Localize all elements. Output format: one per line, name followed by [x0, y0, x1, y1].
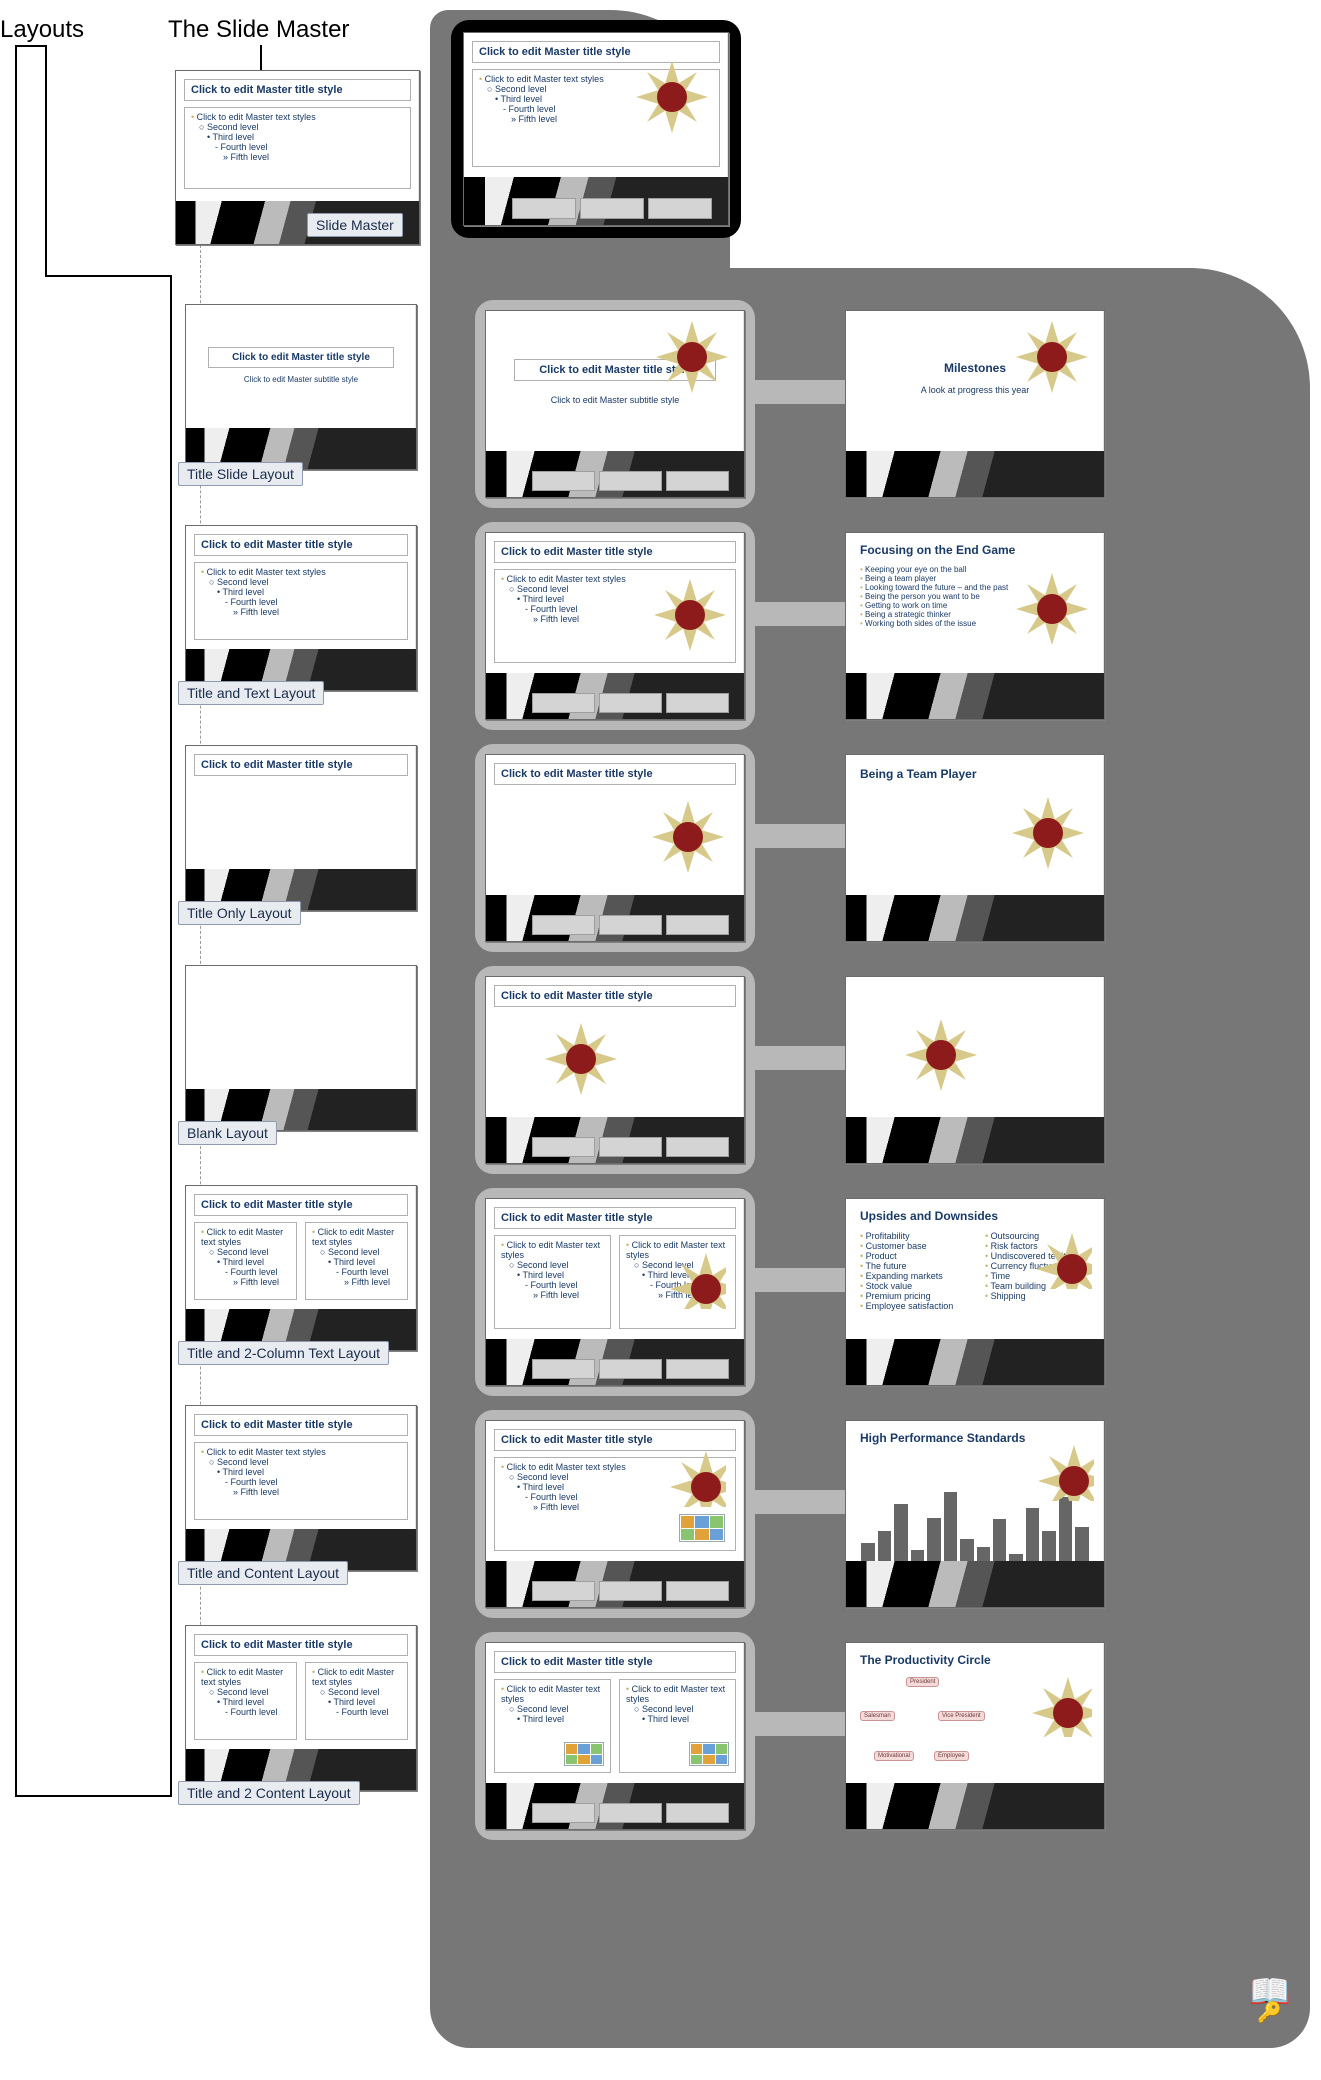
thumb-title-text-layout[interactable]: Click to edit Master title style Click t…	[185, 525, 417, 691]
col-right: Click to edit Master text styles Second …	[305, 1222, 408, 1300]
example-milestones[interactable]: Milestones A look at progress this year	[845, 310, 1105, 498]
level-2: Second level	[207, 122, 259, 132]
content-placeholder-icon	[689, 1742, 729, 1766]
sun-icon	[1028, 1673, 1092, 1737]
sun-icon	[648, 797, 728, 877]
content-placeholder-icon	[564, 1742, 604, 1766]
level-1: Click to edit Master text styles	[197, 112, 316, 122]
sun-icon	[1008, 793, 1088, 873]
example-blank[interactable]	[845, 976, 1105, 1164]
thumb-title-only-layout[interactable]: Click to edit Master title style	[185, 745, 417, 911]
sun-icon	[652, 317, 732, 397]
diagram-stage: Layouts The Slide Master Click to edit M…	[0, 10, 1321, 2050]
example-team-player[interactable]: Being a Team Player	[845, 754, 1105, 942]
frame-blank[interactable]: Click to edit Master title style	[475, 966, 755, 1174]
thumb-two-col-layout[interactable]: Click to edit Master title style Click t…	[185, 1185, 417, 1351]
label-title-content: Title and Content Layout	[178, 1561, 348, 1585]
sun-icon	[1012, 317, 1092, 397]
circle-diagram: President Vice President Salesman Motiva…	[860, 1677, 990, 1777]
label-two-col: Title and 2-Column Text Layout	[178, 1341, 389, 1365]
label-title-slide: Title Slide Layout	[178, 462, 303, 486]
subtitle: Click to edit Master subtitle style	[208, 371, 394, 388]
sun-icon	[901, 1015, 981, 1095]
level-4: Fourth level	[221, 142, 268, 152]
title: Click to edit Master title style	[194, 1634, 408, 1656]
frame-two-content[interactable]: Click to edit Master title style Click t…	[475, 1632, 755, 1840]
label-title-only: Title Only Layout	[178, 901, 301, 925]
sun-icon	[666, 1249, 726, 1309]
sun-icon	[1034, 1441, 1094, 1501]
title: Click to edit Master title style	[208, 347, 394, 368]
example-prod-circle[interactable]: The Productivity Circle President Vice P…	[845, 1642, 1105, 1830]
thumb-title-slide-layout[interactable]: Click to edit Master title style Click t…	[185, 304, 417, 470]
frame-master-selected[interactable]: Click to edit Master title style Click t…	[451, 20, 741, 238]
sun-icon	[632, 57, 712, 137]
thumb-blank-layout[interactable]	[185, 965, 417, 1131]
sun-icon	[666, 1447, 726, 1507]
level-3: Third level	[213, 132, 255, 142]
example-high-perf[interactable]: High Performance Standards	[845, 1420, 1105, 1608]
label-two-content: Title and 2 Content Layout	[178, 1781, 360, 1805]
label-slide-master: Slide Master	[307, 213, 403, 237]
sun-icon	[1032, 1229, 1092, 1289]
frame-title-only[interactable]: Click to edit Master title style	[475, 744, 755, 952]
title: Click to edit Master title style	[194, 1194, 408, 1216]
heading-layouts: Layouts	[0, 16, 84, 44]
title: Click to edit Master title style	[194, 1414, 408, 1436]
master-body: Click to edit Master text styles Second …	[184, 107, 411, 189]
frame-title-text[interactable]: Click to edit Master title style Click t…	[475, 522, 755, 730]
frame-title-slide[interactable]: Click to edit Master title style Click t…	[475, 300, 755, 508]
thumb-two-content-layout[interactable]: Click to edit Master title style Click t…	[185, 1625, 417, 1791]
upsides-left: ProfitabilityCustomer baseProductThe fut…	[854, 1227, 971, 1331]
label-blank: Blank Layout	[178, 1121, 277, 1145]
frame-two-col[interactable]: Click to edit Master title style Click t…	[475, 1188, 755, 1396]
body: Click to edit Master text styles Second …	[194, 1442, 408, 1520]
example-upsides[interactable]: Upsides and Downsides ProfitabilityCusto…	[845, 1198, 1105, 1386]
title: Click to edit Master title style	[194, 534, 408, 556]
label-title-text: Title and Text Layout	[178, 681, 324, 705]
sun-icon	[541, 1019, 621, 1099]
example-end-game[interactable]: Focusing on the End Game Keeping your ey…	[845, 532, 1105, 720]
frame-title-content[interactable]: Click to edit Master title style Click t…	[475, 1410, 755, 1618]
title: Click to edit Master title style	[194, 754, 408, 776]
sun-icon	[650, 575, 730, 655]
thumb-title-content-layout[interactable]: Click to edit Master title style Click t…	[185, 1405, 417, 1571]
body: Click to edit Master text styles Second …	[194, 562, 408, 640]
master-title: Click to edit Master title style	[184, 79, 411, 101]
content-placeholder-icon	[679, 1514, 725, 1542]
sun-icon	[1012, 569, 1092, 649]
heading-slide-master: The Slide Master	[168, 16, 349, 44]
col-left: Click to edit Master text styles Second …	[194, 1222, 297, 1300]
key-concept-icon: 📖🔑	[1249, 1972, 1291, 2025]
level-5: Fifth level	[231, 152, 270, 162]
